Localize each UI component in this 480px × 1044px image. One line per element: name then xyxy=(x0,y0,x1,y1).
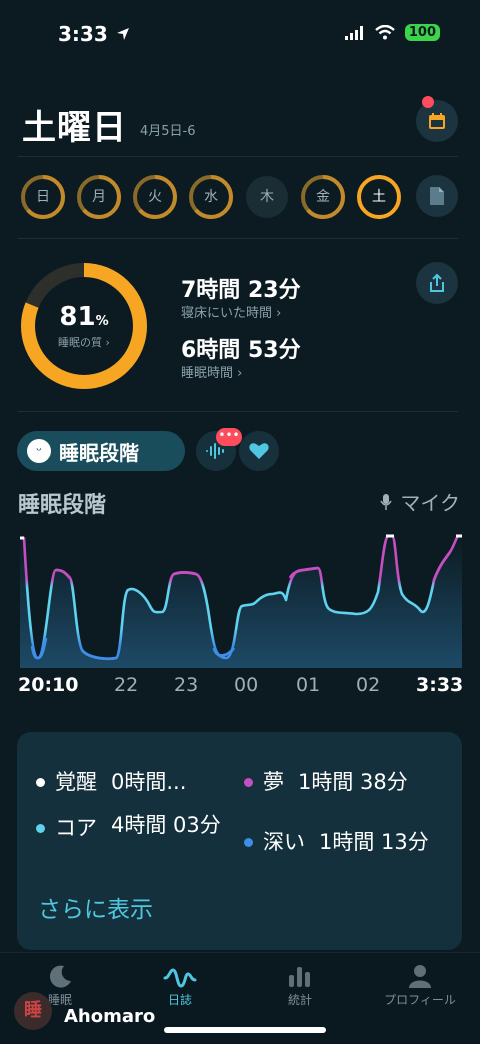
deep-dot xyxy=(244,838,253,847)
day-ring-1[interactable]: 月 xyxy=(76,174,122,220)
nav-journal[interactable]: 日誌 xyxy=(120,953,240,1008)
signal-icon xyxy=(344,25,363,40)
in-bed-link[interactable]: 寝床にいた時間 › xyxy=(181,302,281,321)
rem-segment-2 xyxy=(173,571,197,576)
week-selector: 日月火水木金土 xyxy=(20,174,460,220)
legend-awake: 覚醒 0時間... xyxy=(36,766,186,796)
day-ring-5[interactable]: 金 xyxy=(300,174,346,220)
watermark-name: Ahomaro xyxy=(64,1006,156,1027)
status-time: 3:33 xyxy=(58,22,131,46)
sleep-stage-chart[interactable] xyxy=(16,528,464,668)
status-icons: 100 xyxy=(344,24,440,41)
x-label-start: 20:10 xyxy=(18,674,79,696)
x-label-01: 01 xyxy=(296,674,321,696)
day-ring-label: 金 xyxy=(316,189,330,205)
sleep-quality-percent: 81% xyxy=(59,302,109,332)
wave-icon xyxy=(163,968,197,988)
microphone-toggle[interactable]: マイク xyxy=(380,487,460,516)
home-indicator[interactable] xyxy=(164,1027,326,1033)
date-range: 4月5日-6 xyxy=(140,124,196,139)
day-ring-label: 火 xyxy=(148,189,162,205)
in-bed-duration: 7時間 23分 xyxy=(181,278,301,303)
wifi-icon xyxy=(375,25,395,40)
battery-badge: 100 xyxy=(404,24,440,41)
legend-rem: 夢 1時間 38分 xyxy=(244,766,408,796)
tab-sleep-stages[interactable]: ᵕ 睡眠段階 xyxy=(17,431,185,471)
recordings-badge: ••• xyxy=(216,428,242,446)
day-ring-4[interactable]: 木 xyxy=(244,174,290,220)
nav-stats[interactable]: 統計 xyxy=(240,953,360,1008)
sleeping-face-icon: ᵕ xyxy=(27,439,51,463)
share-button[interactable] xyxy=(416,262,458,304)
watermark-avatar: 睡 xyxy=(14,992,52,1030)
legend-deep: 深い 1時間 13分 xyxy=(244,826,429,856)
sleep-quality-label[interactable]: 睡眠の質 › xyxy=(20,334,148,350)
day-ring-label: 木 xyxy=(260,189,274,205)
x-label-00: 00 xyxy=(234,674,259,696)
heart-icon xyxy=(249,443,269,459)
day-ring-label: 水 xyxy=(204,189,218,205)
person-icon xyxy=(409,965,431,988)
mic-icon xyxy=(380,494,393,510)
chart-title: 睡眠段階 xyxy=(18,493,107,518)
report-button[interactable] xyxy=(416,175,458,217)
tab-heart-rate[interactable] xyxy=(239,431,279,471)
core-dot xyxy=(36,824,45,833)
day-ring-label: 月 xyxy=(92,189,106,205)
divider xyxy=(18,156,458,157)
x-label-23: 23 xyxy=(174,674,199,696)
share-icon xyxy=(430,273,444,292)
x-label-22: 22 xyxy=(114,674,139,696)
day-ring-label: 日 xyxy=(36,189,50,205)
day-ring-6[interactable]: 土 xyxy=(356,174,402,220)
nav-profile[interactable]: プロフィール xyxy=(360,953,480,1008)
bar-chart-icon xyxy=(289,967,310,987)
day-ring-0[interactable]: 日 xyxy=(20,174,66,220)
notification-dot xyxy=(422,96,434,108)
x-label-end: 3:33 xyxy=(416,674,464,696)
rem-dot xyxy=(244,778,253,787)
x-label-02: 02 xyxy=(356,674,381,696)
day-ring-label: 土 xyxy=(372,189,386,205)
calendar-button[interactable] xyxy=(416,100,458,142)
day-ring-3[interactable]: 水 xyxy=(188,174,234,220)
awake-dot xyxy=(36,778,45,787)
divider xyxy=(18,411,458,412)
location-arrow-icon xyxy=(116,28,129,40)
day-ring-2[interactable]: 火 xyxy=(132,174,178,220)
asleep-duration: 6時間 53分 xyxy=(181,338,301,363)
show-more-link[interactable]: さらに表示 xyxy=(38,890,153,924)
document-icon xyxy=(430,187,444,205)
moon-icon xyxy=(49,965,71,988)
legend-core: コア 4時間 03分 xyxy=(36,812,231,842)
divider xyxy=(18,238,458,239)
calendar-icon xyxy=(429,113,445,129)
page-title: 土曜日 xyxy=(22,108,127,148)
asleep-link[interactable]: 睡眠時間 › xyxy=(181,362,242,381)
